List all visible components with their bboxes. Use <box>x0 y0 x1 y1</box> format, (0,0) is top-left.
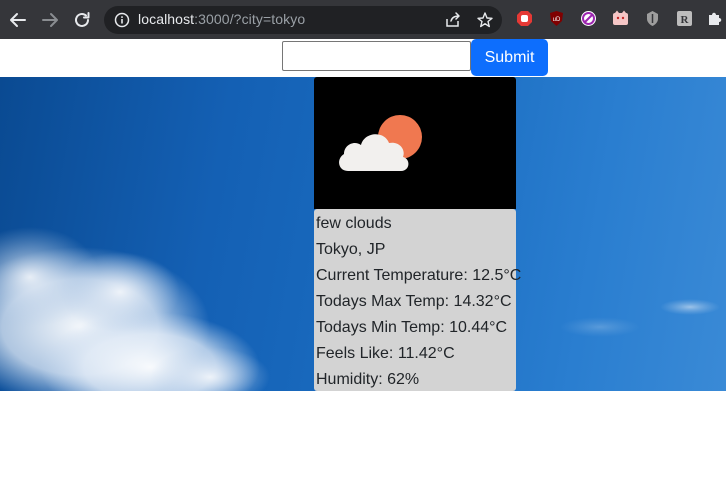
back-arrow-icon <box>10 13 26 27</box>
r-extension-icon[interactable]: R <box>676 10 693 27</box>
submit-button[interactable]: Submit <box>471 39 548 76</box>
stop-hand-extension-icon[interactable] <box>516 10 533 27</box>
min-temperature: Todays Min Temp: 10.44°C <box>316 319 508 336</box>
forward-button[interactable] <box>34 4 66 36</box>
url-host: localhost <box>138 11 195 27</box>
blocker-extension-icon[interactable] <box>580 10 597 27</box>
reload-button[interactable] <box>66 4 98 36</box>
max-temperature: Todays Max Temp: 14.32°C <box>316 293 512 310</box>
current-temperature: Current Temperature: 12.5°C <box>316 267 522 284</box>
browser-toolbar: localhost:3000/?city=tokyo uD R <box>0 0 726 39</box>
site-info-icon[interactable] <box>114 12 130 28</box>
feels-like: Feels Like: 11.42°C <box>316 345 455 362</box>
svg-text:uD: uD <box>553 17 561 23</box>
weather-description: few clouds <box>316 215 392 232</box>
url-text: localhost:3000/?city=tokyo <box>138 11 305 27</box>
page-content: Submit few clouds Tokyo, JP Current Temp… <box>0 39 726 477</box>
back-button[interactable] <box>2 4 34 36</box>
url-path: :3000/?city=tokyo <box>194 11 306 27</box>
svg-text:R: R <box>681 14 690 26</box>
bookmark-star-icon[interactable] <box>476 11 494 29</box>
forward-arrow-icon <box>42 13 58 27</box>
share-icon[interactable] <box>444 11 462 29</box>
cat-extension-icon[interactable] <box>612 10 629 27</box>
weather-icon-panel <box>314 77 516 209</box>
humidity: Humidity: 62% <box>316 371 420 388</box>
weather-location: Tokyo, JP <box>316 241 386 258</box>
reload-icon <box>75 12 90 27</box>
shield-extension-icon[interactable] <box>644 10 661 27</box>
ublock-extension-icon[interactable]: uD <box>548 10 565 27</box>
city-search-input[interactable] <box>282 41 471 71</box>
weather-info-card: few clouds Tokyo, JP Current Temperature… <box>314 209 522 391</box>
extensions-puzzle-icon[interactable] <box>706 10 723 27</box>
address-bar[interactable]: localhost:3000/?city=tokyo <box>104 6 502 34</box>
few-clouds-icon <box>339 115 422 171</box>
